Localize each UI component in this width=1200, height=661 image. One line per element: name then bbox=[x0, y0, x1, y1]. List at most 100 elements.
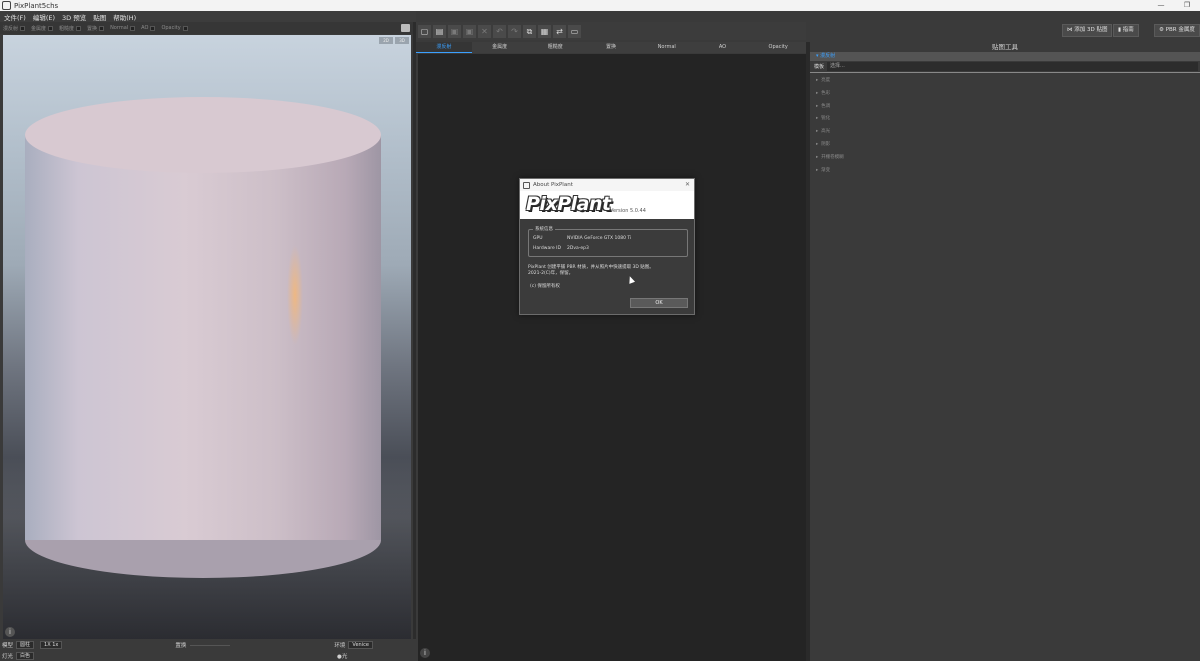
info-icon[interactable]: i bbox=[5, 627, 15, 637]
3d-viewport[interactable]: 2D 3D i bbox=[3, 35, 411, 639]
guide-button[interactable]: ▮ 指南 bbox=[1113, 24, 1139, 37]
view-2d-button[interactable]: 2D bbox=[379, 37, 393, 44]
tab-normal[interactable]: Normal bbox=[639, 42, 695, 53]
comment-icon[interactable]: ▭ bbox=[568, 24, 581, 38]
maximize-button[interactable]: ❐ bbox=[1174, 0, 1200, 11]
tab-roughness[interactable]: 粗糙度 bbox=[527, 42, 583, 53]
viewport-scene bbox=[3, 97, 411, 639]
channel-label: Normal bbox=[110, 25, 129, 31]
group-item[interactable]: ▸ 渐变 bbox=[810, 165, 1200, 178]
undo-icon[interactable]: ↶ bbox=[493, 24, 506, 38]
environment-select[interactable]: Venice bbox=[348, 641, 373, 649]
checkbox[interactable] bbox=[20, 25, 26, 31]
menu-file[interactable]: 文件(F) bbox=[4, 12, 26, 22]
close-icon[interactable]: ✕ bbox=[478, 24, 491, 38]
group-item[interactable]: ▸ 亮度 bbox=[810, 75, 1200, 88]
tab-displacement[interactable]: 置换 bbox=[583, 42, 639, 53]
paste-icon[interactable]: ▦ bbox=[538, 24, 551, 38]
channel-opacity[interactable]: Opacity bbox=[161, 25, 188, 31]
close-icon[interactable]: ✕ bbox=[685, 181, 690, 188]
view-3d-button[interactable]: 3D bbox=[395, 37, 409, 44]
channel-displacement[interactable]: 置换 bbox=[87, 25, 105, 32]
tiling-select[interactable]: 1X 1x bbox=[40, 641, 63, 649]
displacement-label: 置换 bbox=[175, 643, 187, 649]
channel-metallic[interactable]: 金属度 bbox=[31, 25, 54, 32]
template-select[interactable]: 选择... bbox=[827, 62, 1198, 71]
hardware-id-label: Hardware ID bbox=[533, 246, 561, 251]
channel-label: AO bbox=[141, 25, 149, 31]
splitter[interactable] bbox=[413, 22, 416, 661]
system-info-box: 系统信息 GPU NVIDIA GeForce GTX 1080 Ti Hardw… bbox=[528, 226, 688, 257]
model-label: 模型 bbox=[2, 643, 14, 649]
view-mode-buttons: 2D 3D bbox=[379, 37, 409, 44]
minimize-button[interactable]: — bbox=[1148, 0, 1174, 11]
group-item[interactable]: ▸ 色彩 bbox=[810, 88, 1200, 101]
add-3d-map-button[interactable]: ⋈ 添加 3D 贴图 bbox=[1062, 24, 1113, 37]
app-icon bbox=[523, 181, 530, 189]
section-header[interactable]: ▾ 漫反射 bbox=[810, 52, 1200, 61]
info-icon[interactable]: i bbox=[420, 648, 430, 658]
checkbox[interactable] bbox=[130, 25, 136, 31]
menu-help[interactable]: 帮助(H) bbox=[113, 12, 136, 22]
map-canvas[interactable] bbox=[418, 54, 806, 661]
group-label: 亮度 bbox=[821, 78, 831, 83]
viewport-row-1: 模型 圆柱 1X 1x 置换 环境 Venice bbox=[2, 640, 376, 650]
window-controls: — ❐ bbox=[1148, 0, 1200, 11]
checkbox[interactable] bbox=[48, 25, 54, 31]
group-label: 色调 bbox=[821, 103, 831, 109]
channel-ao[interactable]: AO bbox=[141, 25, 156, 31]
group-item[interactable]: ▸ 开棚卷模糊 bbox=[810, 152, 1200, 165]
channel-roughness[interactable]: 粗糙度 bbox=[59, 25, 82, 32]
tab-diffuse[interactable]: 漫反射 bbox=[416, 42, 472, 53]
ok-button[interactable]: OK bbox=[630, 298, 688, 308]
channel-normal[interactable]: Normal bbox=[110, 25, 136, 31]
group-item[interactable]: ▸ 高光 bbox=[810, 126, 1200, 139]
group-label: 开棚卷模糊 bbox=[821, 154, 844, 160]
group-item[interactable]: ▸ 阴影 bbox=[810, 139, 1200, 152]
dialog-title-bar: About PixPlant ✕ bbox=[520, 179, 694, 191]
tab-opacity[interactable]: Opacity bbox=[750, 42, 806, 53]
redo-icon[interactable]: ↷ bbox=[508, 24, 521, 38]
group-label: 高光 bbox=[821, 129, 831, 135]
checkbox[interactable] bbox=[76, 25, 82, 31]
template-label: 模板 bbox=[814, 64, 825, 70]
viewport-row-2: 灯光 白色 ●光 bbox=[2, 651, 347, 661]
swap-icon[interactable]: ⇄ bbox=[553, 24, 566, 38]
panel-title: 贴图工具 bbox=[992, 43, 1018, 51]
description: PixPlant 创建平铺 PBR 材质，并从照片中快速提取 3D 贴图。 20… bbox=[528, 265, 688, 277]
light-toggle[interactable]: ●光 bbox=[337, 652, 347, 660]
sync-view-button[interactable] bbox=[401, 24, 410, 32]
menu-3d-preview[interactable]: 3D 预览 bbox=[62, 12, 86, 22]
channel-label: 置换 bbox=[87, 25, 98, 32]
channel-label: 金属度 bbox=[31, 25, 47, 32]
right-toolbar: ⋈ 添加 3D 贴图 ▮ 指南 ⚙ PBR 金属度 bbox=[810, 22, 1200, 40]
cylinder-body bbox=[25, 135, 381, 540]
group-item[interactable]: ▸ 色调 bbox=[810, 101, 1200, 114]
app-icon bbox=[2, 1, 11, 10]
checkbox[interactable] bbox=[182, 25, 188, 31]
checkbox[interactable] bbox=[150, 25, 156, 31]
channel-bar: 漫反射 金属度 粗糙度 置换 Normal AO Opacity bbox=[0, 22, 416, 34]
new-icon[interactable]: ▢ bbox=[418, 24, 431, 38]
window-title: PixPlant5chs bbox=[14, 1, 59, 10]
copy-icon[interactable]: ⧉ bbox=[523, 24, 536, 38]
menu-edit[interactable]: 编辑(E) bbox=[33, 12, 55, 22]
displacement-slider[interactable] bbox=[190, 644, 231, 646]
tab-metallic[interactable]: 金属度 bbox=[472, 42, 528, 53]
viewport-controls: 模型 圆柱 1X 1x 置换 环境 Venice 灯光 白色 ●光 bbox=[0, 639, 416, 661]
save-as-icon[interactable]: ▣ bbox=[463, 24, 476, 38]
save-icon[interactable]: ▣ bbox=[448, 24, 461, 38]
channel-label: Opacity bbox=[161, 25, 181, 31]
channel-diffuse[interactable]: 漫反射 bbox=[3, 25, 26, 32]
checkbox[interactable] bbox=[99, 25, 105, 31]
pbr-mode-button[interactable]: ⚙ PBR 金属度 bbox=[1154, 24, 1200, 37]
open-icon[interactable]: ▤ bbox=[433, 24, 446, 38]
model-select[interactable]: 圆柱 bbox=[16, 641, 35, 649]
copyright-text: (c) 保留所有权 bbox=[530, 284, 560, 289]
tab-ao[interactable]: AO bbox=[695, 42, 751, 53]
light-select[interactable]: 白色 bbox=[16, 652, 35, 660]
group-item[interactable]: ▸ 锐化 bbox=[810, 113, 1200, 126]
system-info-title: 系统信息 bbox=[533, 226, 555, 232]
menu-maps[interactable]: 贴图 bbox=[93, 12, 106, 22]
group-label: 渐变 bbox=[821, 167, 831, 173]
